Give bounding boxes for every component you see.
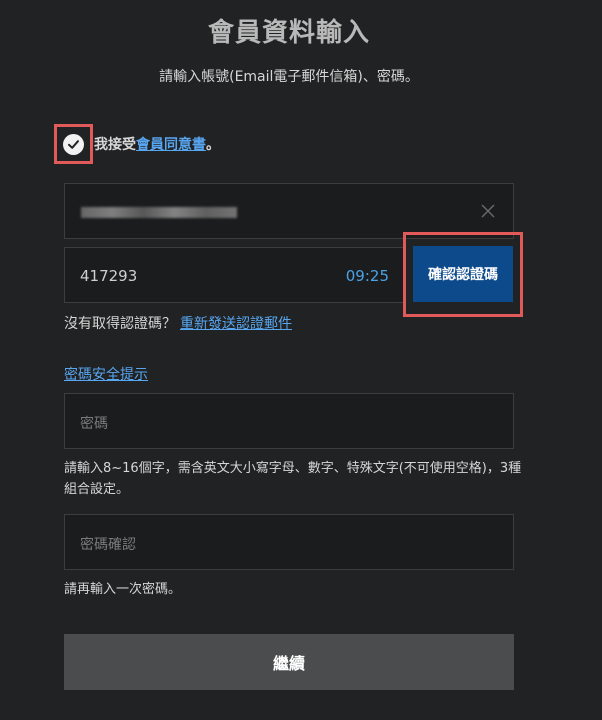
redacted-email-value	[81, 207, 237, 218]
page-title: 會員資料輸入	[207, 18, 370, 48]
page-subtitle: 請輸入帳號(Email電子郵件信箱)、密碼。	[159, 69, 419, 85]
agree-checkbox[interactable]	[63, 133, 84, 155]
confirm-password-field[interactable]: 密碼確認	[64, 514, 514, 570]
resend-row: 沒有取得認證碼？ 重新發送認證郵件	[64, 313, 292, 333]
close-icon[interactable]	[479, 202, 497, 220]
verification-code-field[interactable]: 417293 09:25	[64, 247, 406, 303]
password-hint: 請輸入8~16個字，需含英文大小寫字母、數字、特殊文字(不可使用空格)，3種組合…	[64, 461, 522, 497]
confirm-password-placeholder: 密碼確認	[80, 537, 136, 553]
countdown-timer: 09:25	[345, 267, 389, 285]
agreement-row: 我接受會員同意書。	[54, 122, 220, 166]
continue-button[interactable]: 繼續	[64, 634, 514, 690]
password-field[interactable]: 密碼	[64, 393, 514, 449]
password-placeholder: 密碼	[80, 416, 108, 432]
resend-text: 沒有取得認證碼？	[64, 316, 176, 332]
confirm-password-hint: 請再輸入一次密碼。	[64, 582, 182, 597]
verification-code-value: 417293	[80, 267, 138, 285]
agreement-prefix: 我接受	[94, 137, 136, 153]
member-agreement-link[interactable]: 會員同意書	[136, 137, 206, 153]
check-icon	[68, 139, 79, 149]
email-field[interactable]	[64, 183, 514, 239]
resend-email-link[interactable]: 重新發送認證郵件	[180, 316, 292, 332]
signup-page: 會員資料輸入 請輸入帳號(Email電子郵件信箱)、密碼。 我接受會員同意書。 …	[0, 0, 602, 720]
verify-code-button[interactable]: 確認認證碼	[413, 246, 513, 302]
checkbox-highlight	[54, 124, 93, 164]
agreement-suffix: 。	[206, 137, 220, 153]
agreement-text: 我接受會員同意書。	[94, 134, 220, 154]
password-tips-link[interactable]: 密碼安全提示	[64, 364, 148, 384]
